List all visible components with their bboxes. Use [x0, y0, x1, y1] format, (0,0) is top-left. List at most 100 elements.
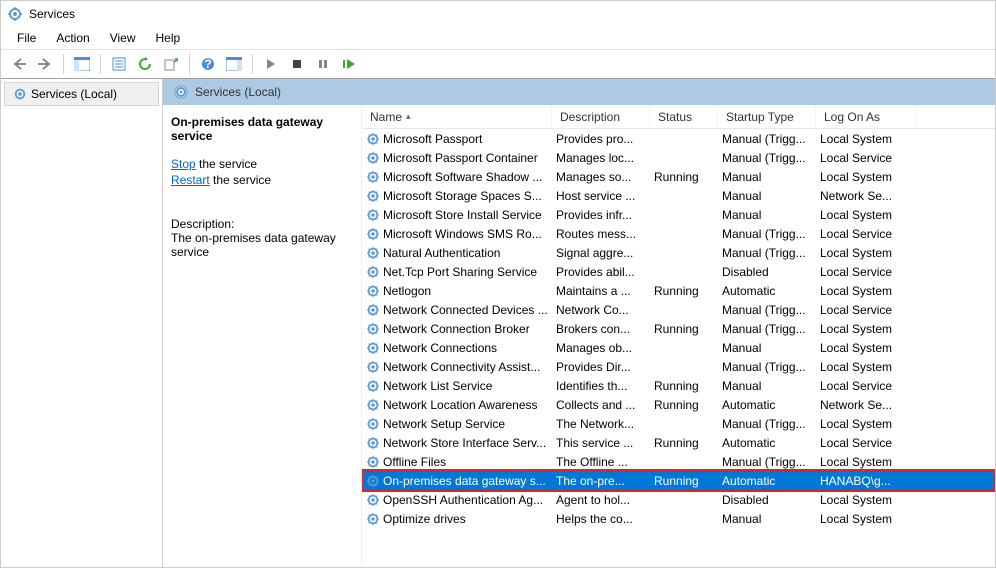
service-name-cell: Network Connections [362, 341, 552, 355]
service-list-body[interactable]: Microsoft PassportProvides pro...Manual … [362, 129, 995, 528]
service-name-text: Offline Files [383, 455, 446, 469]
restart-link[interactable]: Restart [171, 173, 210, 187]
service-row[interactable]: Microsoft Windows SMS Ro... Routes mess..… [362, 224, 995, 243]
menu-bar: File Action View Help [1, 27, 995, 49]
service-status-cell: Running [650, 379, 718, 393]
menu-view[interactable]: View [102, 29, 144, 47]
service-status-cell: Running [650, 474, 718, 488]
properties-button[interactable] [107, 52, 131, 76]
service-row[interactable]: Optimize drivesHelps the co...ManualLoca… [362, 509, 995, 528]
service-logon-cell: Local System [816, 170, 916, 184]
service-row[interactable]: Net.Tcp Port Sharing ServiceProvides abi… [362, 262, 995, 281]
service-desc-cell: The Offline ... [552, 455, 650, 469]
service-name-text: Network List Service [383, 379, 492, 393]
restart-service-button[interactable] [337, 52, 361, 76]
restart-suffix: the service [210, 173, 271, 187]
back-button[interactable] [7, 52, 31, 76]
service-row[interactable]: Network Store Interface Serv...This serv… [362, 433, 995, 452]
service-row[interactable]: Natural AuthenticationSignal aggre...Man… [362, 243, 995, 262]
menu-action[interactable]: Action [48, 29, 97, 47]
column-header-logon[interactable]: Log On As [816, 106, 916, 128]
service-row[interactable]: Microsoft Storage Spaces S...Host servic… [362, 186, 995, 205]
service-row[interactable]: OpenSSH Authentication Ag...Agent to hol… [362, 490, 995, 509]
service-desc-cell: Collects and ... [552, 398, 650, 412]
service-startup-cell: Automatic [718, 474, 816, 488]
service-desc-cell: Routes mess... [552, 227, 650, 241]
gear-icon [366, 132, 380, 146]
gear-icon [366, 474, 380, 488]
title-bar: Services [1, 1, 995, 27]
play-icon [265, 58, 277, 70]
start-service-button[interactable] [259, 52, 283, 76]
service-name-cell: Natural Authentication [362, 246, 552, 260]
gear-icon [366, 379, 380, 393]
service-desc-cell: Provides Dir... [552, 360, 650, 374]
gear-icon [366, 303, 380, 317]
service-startup-cell: Manual (Trigg... [718, 360, 816, 374]
column-header-description[interactable]: Description [552, 106, 650, 128]
stop-link[interactable]: Stop [171, 157, 196, 171]
gear-icon [366, 360, 380, 374]
help-button[interactable]: ? [196, 52, 220, 76]
service-row[interactable]: Network Setup ServiceThe Network...Manua… [362, 414, 995, 433]
service-row[interactable]: Network ConnectionsManages ob...ManualLo… [362, 338, 995, 357]
service-row[interactable]: Network Connection BrokerBrokers con...R… [362, 319, 995, 338]
service-name-text: Microsoft Store Install Service [383, 208, 542, 222]
service-startup-cell: Disabled [718, 493, 816, 507]
column-header-name[interactable]: Name ▴ [362, 106, 552, 128]
service-row[interactable]: Network Location AwarenessCollects and .… [362, 395, 995, 414]
service-row[interactable]: Microsoft Software Shadow ... Manages so.… [362, 167, 995, 186]
service-logon-cell: Local Service [816, 379, 916, 393]
content-area: Services (Local) Services (Local) On-pre… [1, 79, 995, 567]
service-row[interactable]: Microsoft Passport ContainerManages loc.… [362, 148, 995, 167]
service-name-cell: Optimize drives [362, 512, 552, 526]
pause-service-button[interactable] [311, 52, 335, 76]
service-row[interactable]: Offline FilesThe Offline ...Manual (Trig… [362, 452, 995, 471]
service-name-text: Microsoft Windows SMS Ro... [383, 227, 542, 241]
service-row[interactable]: Microsoft Store Install ServiceProvides … [362, 205, 995, 224]
export-button[interactable] [159, 52, 183, 76]
service-desc-cell: Identifies th... [552, 379, 650, 393]
service-logon-cell: Local System [816, 208, 916, 222]
service-row[interactable]: Network List Service Identifies th...Runn… [362, 376, 995, 395]
service-startup-cell: Manual (Trigg... [718, 417, 816, 431]
refresh-button[interactable] [133, 52, 157, 76]
service-name-text: Network Connectivity Assist... [383, 360, 540, 374]
service-row[interactable]: NetlogonMaintains a ...RunningAutomaticL… [362, 281, 995, 300]
show-hide-action-button[interactable] [222, 52, 246, 76]
service-name-cell: Network Connectivity Assist... [362, 360, 552, 374]
details-pane: On-premises data gateway service Stop th… [163, 105, 361, 567]
stop-suffix: the service [196, 157, 257, 171]
service-logon-cell: Network Se... [816, 189, 916, 203]
service-desc-cell: Maintains a ... [552, 284, 650, 298]
menu-help[interactable]: Help [148, 29, 189, 47]
service-startup-cell: Manual [718, 189, 816, 203]
service-desc-cell: Agent to hol... [552, 493, 650, 507]
stop-service-button[interactable] [285, 52, 309, 76]
service-startup-cell: Disabled [718, 265, 816, 279]
gear-icon [366, 284, 380, 298]
export-icon [164, 57, 178, 71]
service-name-cell: Microsoft Windows SMS Ro... [362, 227, 552, 241]
service-name-cell: Microsoft Passport Container [362, 151, 552, 165]
gear-icon [366, 512, 380, 526]
refresh-icon [138, 57, 152, 71]
service-row[interactable]: Network Connected Devices ...Network Co.… [362, 300, 995, 319]
service-row[interactable]: Microsoft PassportProvides pro...Manual … [362, 129, 995, 148]
service-status-cell: Running [650, 170, 718, 184]
show-hide-tree-button[interactable] [70, 52, 94, 76]
menu-file[interactable]: File [9, 29, 44, 47]
service-name-text: Microsoft Software Shadow ... [383, 170, 542, 184]
right-panel-title: Services (Local) [195, 85, 281, 99]
column-header-startup[interactable]: Startup Type [718, 106, 816, 128]
column-header-status[interactable]: Status [650, 106, 718, 128]
service-row[interactable]: Network Connectivity Assist... Provides D… [362, 357, 995, 376]
service-desc-cell: Manages so... [552, 170, 650, 184]
service-row[interactable]: On-premises data gateway s...The on-pre.… [362, 471, 995, 490]
service-logon-cell: Local System [816, 284, 916, 298]
service-startup-cell: Manual (Trigg... [718, 246, 816, 260]
tree-root-services-local[interactable]: Services (Local) [4, 82, 159, 106]
service-startup-cell: Automatic [718, 284, 816, 298]
service-desc-cell: This service ... [552, 436, 650, 450]
forward-button[interactable] [33, 52, 57, 76]
